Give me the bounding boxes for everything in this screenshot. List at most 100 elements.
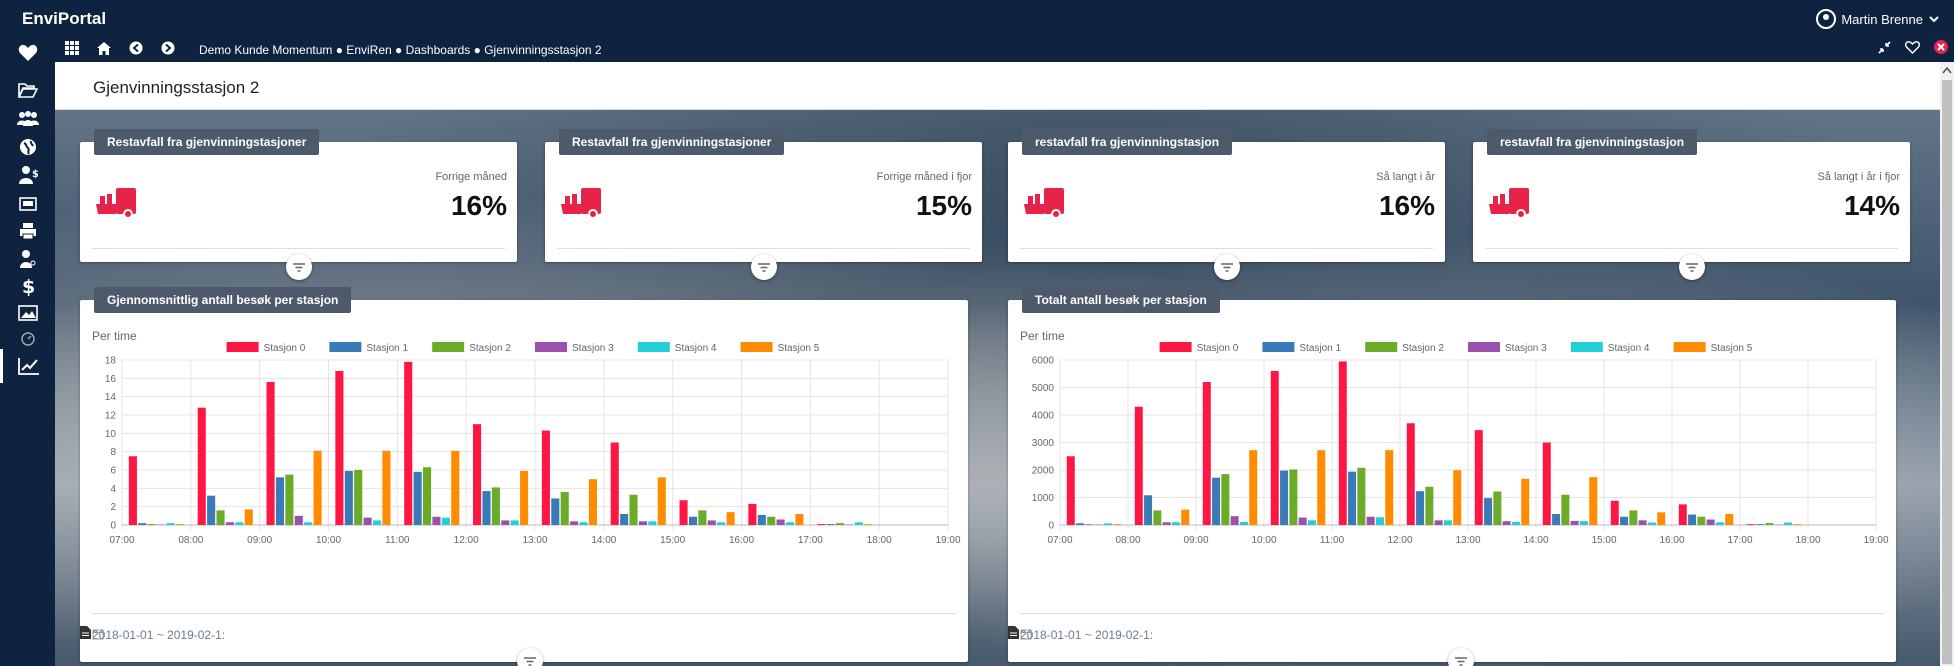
bar[interactable] [285,474,294,525]
bar[interactable] [1715,522,1724,525]
bar[interactable] [1375,517,1384,525]
user-menu[interactable]: Martin Brenne [1816,9,1940,29]
bar[interactable] [207,495,216,525]
bar[interactable] [335,371,344,525]
bar[interactable] [757,514,766,525]
bar[interactable] [1230,516,1239,525]
bar[interactable] [1357,467,1366,525]
legend-swatch[interactable] [1673,342,1706,352]
bar[interactable] [1783,522,1792,525]
bar[interactable] [1249,450,1258,525]
bar[interactable] [423,467,432,525]
bar[interactable] [1144,495,1153,525]
kpi-filter-button[interactable] [751,254,777,280]
bar[interactable] [836,523,845,525]
sidebar-item-favorites[interactable] [0,36,55,70]
bar[interactable] [235,522,244,525]
calendar-icon[interactable] [92,628,104,640]
scrollbar[interactable] [1940,62,1954,666]
legend-label[interactable]: Stasjon 4 [675,343,717,354]
bar[interactable] [1493,491,1502,525]
legend-swatch[interactable] [1468,342,1500,352]
bar[interactable] [275,477,285,525]
legend-swatch[interactable] [1570,342,1603,352]
bar[interactable] [404,361,413,525]
bar[interactable] [1706,519,1715,526]
bar[interactable] [1756,524,1765,525]
legend-label[interactable]: Stasjon 5 [1711,343,1753,354]
bar[interactable] [244,509,253,525]
date-range[interactable]: 2018-01-01 ~ 2019-02-1: [1020,628,1153,642]
legend-swatch[interactable] [1262,342,1295,352]
bar[interactable] [1725,514,1734,525]
bar[interactable] [432,516,441,525]
bar[interactable] [304,522,313,525]
bar[interactable] [541,430,550,525]
grid-menu-icon[interactable] [65,41,79,55]
bar[interactable] [1570,520,1579,525]
bar[interactable] [491,487,500,525]
bar[interactable] [1678,504,1687,525]
bar[interactable] [638,521,647,525]
legend-label[interactable]: Stasjon 4 [1608,343,1650,354]
bar[interactable] [1366,516,1375,525]
bar[interactable] [1076,523,1085,525]
legend-swatch[interactable] [740,342,773,352]
legend-swatch[interactable] [637,342,670,352]
bar[interactable] [294,515,303,525]
bar[interactable] [501,520,510,525]
bar[interactable] [1171,522,1180,525]
bar[interactable] [1484,498,1493,525]
bar[interactable] [1134,406,1143,525]
favorite-heart-icon[interactable] [1905,40,1920,54]
bar[interactable] [510,520,519,525]
bar[interactable] [266,382,275,525]
app-brand[interactable]: EnviPortal [22,9,106,29]
bar[interactable] [147,524,156,525]
bar[interactable] [707,520,716,525]
bar[interactable] [1511,521,1520,525]
bar[interactable] [138,523,147,525]
bar[interactable] [1542,442,1551,526]
bar[interactable] [1647,522,1656,525]
bar[interactable] [1453,470,1462,525]
bar[interactable] [776,519,785,526]
bar[interactable] [225,522,234,525]
bar[interactable] [1425,486,1434,525]
bar[interactable] [1688,514,1697,525]
bar[interactable] [1298,517,1307,525]
legend-label[interactable]: Stasjon 0 [264,343,306,354]
legend-label[interactable]: Stasjon 2 [1402,343,1444,354]
bar[interactable] [610,442,619,526]
bar[interactable] [620,514,629,525]
close-icon[interactable] [1934,40,1948,54]
bar[interactable] [1239,521,1248,525]
bar[interactable] [1066,456,1075,525]
bar[interactable] [629,494,638,525]
bar[interactable] [197,407,206,525]
bar[interactable] [1434,520,1443,525]
bar[interactable] [1406,423,1415,525]
bar[interactable] [698,510,707,525]
bar[interactable] [1212,477,1221,525]
bar[interactable] [1589,477,1598,525]
bar[interactable] [726,512,735,525]
bar[interactable] [767,516,776,525]
legend-label[interactable]: Stasjon 5 [778,343,820,354]
bar[interactable] [864,524,873,525]
breadcrumb[interactable]: Demo Kunde Momentum ● EnviRen ● Dashboar… [199,43,602,57]
bar[interactable] [1153,510,1162,525]
calendar-icon[interactable] [1020,628,1032,640]
bar[interactable] [688,516,698,525]
bar[interactable] [579,522,588,525]
bar[interactable] [657,477,666,525]
bar[interactable] [482,491,491,525]
back-arrow-icon[interactable] [129,41,143,55]
forward-arrow-icon[interactable] [161,41,175,55]
collapse-arrows-icon[interactable] [1878,40,1891,54]
bar[interactable] [128,456,137,525]
bar[interactable] [717,522,726,525]
bar[interactable] [1181,509,1190,525]
bar[interactable] [1270,371,1279,525]
bar[interactable] [1521,478,1530,525]
